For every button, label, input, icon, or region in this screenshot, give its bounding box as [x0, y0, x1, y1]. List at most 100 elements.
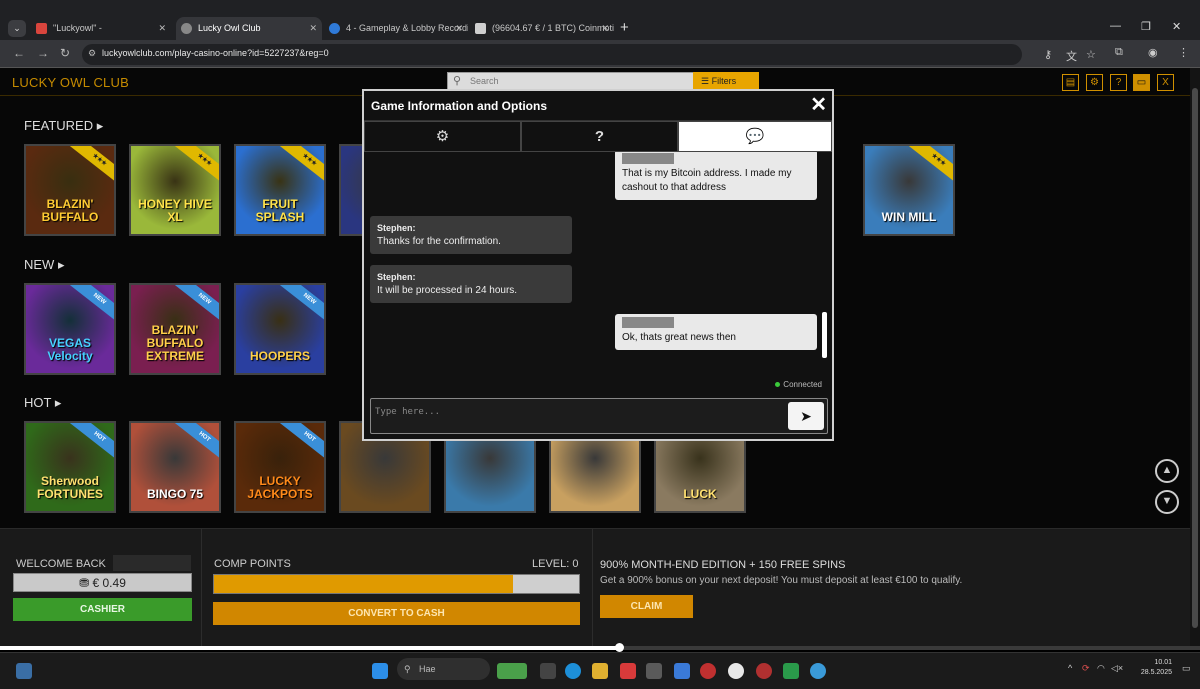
- translate-icon[interactable]: 文: [1066, 48, 1077, 64]
- key-icon[interactable]: ⚷: [1044, 48, 1052, 61]
- section-hot[interactable]: HOT ▸: [24, 395, 61, 411]
- start-icon[interactable]: [372, 663, 388, 679]
- minimize-icon[interactable]: —: [1110, 20, 1121, 32]
- modal-title: Game Information and Options: [371, 99, 548, 113]
- vivaldi-icon[interactable]: [620, 663, 636, 679]
- convert-to-cash-button[interactable]: CONVERT TO CASH: [213, 602, 580, 625]
- game-tile[interactable]: BINGO 75 HOT: [129, 421, 221, 513]
- game-tile[interactable]: FRUIT SPLASH ★★★: [234, 144, 326, 236]
- exit-icon[interactable]: X: [1157, 74, 1174, 91]
- wifi-icon[interactable]: ◠: [1097, 663, 1105, 674]
- tray-sync-icon[interactable]: ⟳: [1082, 663, 1090, 674]
- video-scrubber[interactable]: [615, 643, 624, 652]
- page-scrollbar[interactable]: [1190, 68, 1200, 646]
- close-icon[interactable]: ✕: [455, 17, 463, 40]
- redacted-sender: [622, 317, 674, 328]
- app-icon[interactable]: [756, 663, 772, 679]
- help-icon[interactable]: ?: [1110, 74, 1127, 91]
- menu-icon[interactable]: ⋮: [1178, 46, 1189, 59]
- taskbar-search[interactable]: ⚲ Hae: [397, 658, 490, 680]
- tab-lucky-owl[interactable]: Lucky Owl Club ✕: [176, 17, 322, 40]
- reload-icon[interactable]: ↻: [60, 46, 70, 60]
- chat-input[interactable]: [375, 405, 775, 419]
- game-tile[interactable]: WIN MILL ★★★: [863, 144, 955, 236]
- game-app-icon[interactable]: [497, 663, 527, 679]
- window-close-icon[interactable]: ✕: [1172, 20, 1181, 33]
- chat-message-incoming: Stephen: It will be processed in 24 hour…: [370, 265, 572, 303]
- game-title: WIN MILL: [881, 210, 937, 224]
- new-tab-button[interactable]: +: [620, 19, 629, 36]
- chat-message-incoming: Stephen: Thanks for the confirmation.: [370, 216, 572, 254]
- game-tile[interactable]: BLAZIN' BUFFALO EXTREME NEW: [129, 283, 221, 375]
- site-info-icon[interactable]: ⚙: [88, 48, 96, 59]
- chrome-icon[interactable]: [728, 663, 744, 679]
- game-tile[interactable]: VEGAS Velocity NEW: [24, 283, 116, 375]
- url-bar[interactable]: ⚙ luckyowlclub.com/play-casino-online?id…: [82, 44, 1096, 65]
- chat-scrollbar[interactable]: [822, 312, 827, 358]
- cloud-icon: [329, 23, 340, 34]
- account-icon[interactable]: ▤: [1062, 74, 1079, 91]
- scroll-up-button[interactable]: ▲: [1155, 459, 1179, 483]
- bookmark-star-icon[interactable]: ☆: [1086, 48, 1096, 61]
- task-view-icon[interactable]: [540, 663, 556, 679]
- tab-chat[interactable]: 💬: [678, 121, 832, 152]
- clock[interactable]: 10.01 28.5.2025: [1141, 658, 1172, 678]
- filters-button[interactable]: ☰ Filters: [693, 72, 759, 90]
- cashier-button[interactable]: CASHIER: [13, 598, 192, 621]
- status-dot-icon: [775, 382, 781, 387]
- profile-icon[interactable]: ◉: [1148, 46, 1158, 59]
- game-tile[interactable]: LUCKY JACKPOTS HOT: [234, 421, 326, 513]
- claim-button[interactable]: CLAIM: [600, 595, 693, 618]
- game-badge: HOT: [67, 423, 114, 465]
- section-featured[interactable]: FEATURED ▸: [24, 118, 103, 134]
- globe-icon: [181, 23, 192, 34]
- forward-icon[interactable]: →: [37, 46, 49, 60]
- settings-icon[interactable]: ⚙: [1086, 74, 1103, 91]
- game-title: LUCKY JACKPOTS: [247, 474, 313, 501]
- tray-chevron-icon[interactable]: ^: [1068, 663, 1072, 673]
- app-icon[interactable]: [700, 663, 716, 679]
- game-badge: ★★★: [906, 146, 953, 188]
- extensions-icon[interactable]: ⧉: [1115, 46, 1123, 59]
- scroll-down-button[interactable]: ▼: [1155, 490, 1179, 514]
- video-progress-bar[interactable]: [0, 643, 1200, 652]
- globe-app-icon[interactable]: [810, 663, 826, 679]
- close-icon[interactable]: ✕: [601, 17, 609, 40]
- section-new[interactable]: NEW ▸: [24, 257, 64, 273]
- redacted-username: [113, 555, 191, 571]
- account-panel: WELCOME BACK ⛃ € 0.49 CASHIER COMP POINT…: [0, 528, 1190, 647]
- promo-text: Get a 900% bonus on your next deposit! Y…: [600, 575, 963, 586]
- tab-onedrive[interactable]: 4 - Gameplay & Lobby Recordi ✕: [324, 17, 468, 40]
- casino-logo[interactable]: LUCKY OWL CLUB: [12, 75, 129, 90]
- volume-icon[interactable]: ◁×: [1111, 663, 1123, 674]
- tab-help[interactable]: ?: [521, 121, 678, 152]
- edge-icon[interactable]: [565, 663, 581, 679]
- tab-settings[interactable]: ⚙: [364, 121, 521, 152]
- game-tile[interactable]: HOOPERS NEW: [234, 283, 326, 375]
- scrollbar-thumb[interactable]: [1192, 88, 1198, 628]
- widgets-icon[interactable]: [16, 663, 32, 679]
- game-badge: NEW: [172, 285, 219, 327]
- chat-icon[interactable]: ▭: [1133, 74, 1150, 91]
- game-tile[interactable]: HONEY HIVE XL ★★★: [129, 144, 221, 236]
- game-search[interactable]: ⚲ Search: [447, 72, 695, 90]
- file-explorer-icon[interactable]: [592, 663, 608, 679]
- close-icon[interactable]: ✕: [810, 92, 827, 117]
- maximize-icon[interactable]: ❐: [1141, 20, 1151, 33]
- notifications-icon[interactable]: ▭: [1182, 663, 1191, 674]
- excel-icon[interactable]: [783, 663, 799, 679]
- gear-icon: ⚙: [435, 128, 450, 145]
- send-button[interactable]: ➤: [788, 402, 824, 430]
- store-icon[interactable]: [646, 663, 662, 679]
- chat-transcript[interactable]: That is my Bitcoin address. I made my ca…: [364, 152, 832, 396]
- tab-coinmotion[interactable]: (96604.67 € / 1 BTC) Coinmotio ✕: [470, 17, 614, 40]
- tab-search-button[interactable]: ⌄: [8, 20, 26, 37]
- close-icon[interactable]: ✕: [309, 17, 317, 40]
- game-tile[interactable]: BLAZIN' BUFFALO ★★★: [24, 144, 116, 236]
- tab-gmail[interactable]: "Luckyowl" - ✕: [31, 17, 171, 40]
- back-icon[interactable]: ←: [13, 46, 25, 60]
- game-tile[interactable]: Sherwood FORTUNES HOT: [24, 421, 116, 513]
- close-icon[interactable]: ✕: [158, 17, 166, 40]
- game-info-modal: Game Information and Options ✕ ⚙ ? 💬 Tha…: [362, 89, 834, 441]
- word-icon[interactable]: [674, 663, 690, 679]
